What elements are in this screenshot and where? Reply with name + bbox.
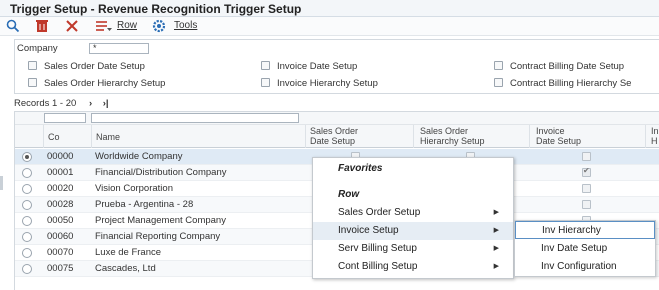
row-select-radio[interactable] xyxy=(22,152,32,162)
row-select-radio[interactable] xyxy=(22,248,32,258)
invoice-date-setup-label: Invoice Date Setup xyxy=(277,61,358,72)
company-field[interactable]: * xyxy=(89,43,149,54)
sales-order-hierarchy-setup-label: Sales Order Hierarchy Setup xyxy=(44,78,166,89)
column-header-line: H xyxy=(651,136,658,146)
grid-header: Co Name Sales Order Date Setup Sales Ord… xyxy=(15,125,659,148)
cell-name: Prueba - Argentina - 28 xyxy=(95,199,194,210)
cell-co: 00060 xyxy=(47,231,74,242)
column-header-co[interactable]: Co xyxy=(43,125,91,148)
contract-billing-date-setup-label: Contract Billing Date Setup xyxy=(510,61,625,72)
row-select-radio[interactable] xyxy=(22,264,32,274)
cell-name: Vision Corporation xyxy=(95,183,173,194)
search-icon[interactable] xyxy=(6,18,20,34)
cell-name: Cascades, Ltd xyxy=(95,263,156,274)
menu-header-favorites[interactable]: Favorites xyxy=(313,160,513,178)
last-page-icon[interactable]: ›| xyxy=(103,98,109,109)
menu-item-sales-order-setup[interactable]: Sales Order Setup ▶ xyxy=(313,204,513,222)
inv-date-setup-checkbox[interactable] xyxy=(582,166,591,177)
tools-menu-button[interactable]: Tools xyxy=(174,20,197,31)
column-header-line: Date Setup xyxy=(310,136,356,146)
query-by-example-row xyxy=(15,112,659,125)
row-select-radio[interactable] xyxy=(22,184,32,194)
qbe-co-input[interactable] xyxy=(44,113,86,123)
cell-name: Financial/Distribution Company xyxy=(95,167,227,178)
next-page-icon[interactable]: › xyxy=(89,98,92,109)
inv-date-setup-checkbox[interactable] xyxy=(582,184,591,193)
company-label: Company xyxy=(17,43,58,54)
column-header-inv-hierarchy[interactable]: In H xyxy=(645,125,659,148)
panel-resize-handle[interactable] xyxy=(0,176,3,190)
column-header-line: Hierarchy Setup xyxy=(420,136,485,146)
gear-icon[interactable] xyxy=(152,18,166,34)
row-select-radio[interactable] xyxy=(22,168,32,178)
menu-header-row[interactable]: Row xyxy=(313,186,513,204)
delete-record-icon[interactable] xyxy=(36,18,48,34)
contract-billing-date-setup-checkbox[interactable] xyxy=(494,61,503,70)
cell-co: 00075 xyxy=(47,263,74,274)
submenu-item-inv-configuration[interactable]: Inv Configuration xyxy=(515,258,655,276)
column-header-line: Sales Order xyxy=(420,126,469,136)
menu-item-label: Invoice Setup xyxy=(338,225,399,236)
column-header-line: Invoice xyxy=(536,126,565,136)
window-title: Trigger Setup - Revenue Recognition Trig… xyxy=(0,0,659,17)
cell-name: Financial Reporting Company xyxy=(95,231,221,242)
column-header-line: In xyxy=(651,126,659,136)
toolbar: Row Tools xyxy=(0,17,659,36)
menu-item-label: Sales Order Setup xyxy=(338,207,421,218)
cell-co: 00001 xyxy=(47,167,74,178)
column-header-name[interactable]: Name xyxy=(91,125,305,148)
row-select-radio[interactable] xyxy=(22,232,32,242)
submenu-item-inv-hierarchy[interactable]: Inv Hierarchy xyxy=(515,221,655,239)
row-context-menu: Favorites Row Sales Order Setup ▶ Invoic… xyxy=(312,157,514,279)
qbe-name-input[interactable] xyxy=(91,113,299,123)
submenu-arrow-icon: ▶ xyxy=(493,209,499,216)
inv-date-setup-checkbox[interactable] xyxy=(582,152,591,161)
row-select-radio[interactable] xyxy=(22,216,32,226)
inv-date-setup-checkbox[interactable] xyxy=(582,200,591,209)
cell-co: 00000 xyxy=(47,151,74,162)
row-menu-icon[interactable] xyxy=(96,18,112,34)
menu-item-serv-billing-setup[interactable]: Serv Billing Setup ▶ xyxy=(313,240,513,258)
invoice-hierarchy-setup-label: Invoice Hierarchy Setup xyxy=(277,78,378,89)
column-header-line: Sales Order xyxy=(310,126,359,136)
menu-item-cont-billing-setup[interactable]: Cont Billing Setup ▶ xyxy=(313,258,513,276)
row-select-radio[interactable] xyxy=(22,200,32,210)
row-menu-button[interactable]: Row xyxy=(117,20,137,31)
submenu-item-inv-date-setup[interactable]: Inv Date Setup xyxy=(515,240,655,258)
contract-billing-hierarchy-setup-label: Contract Billing Hierarchy Se xyxy=(510,78,632,89)
menu-item-invoice-setup[interactable]: Invoice Setup ▶ xyxy=(313,222,513,240)
cell-co: 00028 xyxy=(47,199,74,210)
records-count-label: Records 1 - 20 xyxy=(14,98,77,109)
contract-billing-hierarchy-setup-checkbox[interactable] xyxy=(494,78,503,87)
close-icon[interactable] xyxy=(66,18,78,34)
invoice-setup-submenu: Inv Hierarchy Inv Date Setup Inv Configu… xyxy=(514,220,656,277)
invoice-date-setup-checkbox[interactable] xyxy=(261,61,270,70)
records-navigation: Records 1 - 20 › ›| xyxy=(14,98,109,112)
sales-order-date-setup-checkbox[interactable] xyxy=(28,61,37,70)
column-header-so-hierarchy-setup[interactable]: Sales Order Hierarchy Setup xyxy=(413,125,529,148)
menu-item-label: Cont Billing Setup xyxy=(338,261,418,272)
column-header-so-date-setup[interactable]: Sales Order Date Setup xyxy=(305,125,413,148)
submenu-arrow-icon: ▶ xyxy=(493,227,499,234)
sales-order-hierarchy-setup-checkbox[interactable] xyxy=(28,78,37,87)
cell-co: 00020 xyxy=(47,183,74,194)
column-header-inv-date-setup[interactable]: Invoice Date Setup xyxy=(529,125,645,148)
cell-co: 00070 xyxy=(47,247,74,258)
criteria-panel: Company * Sales Order Date Setup Invoice… xyxy=(14,39,659,94)
cell-name: Worldwide Company xyxy=(95,151,183,162)
invoice-hierarchy-setup-checkbox[interactable] xyxy=(261,78,270,87)
submenu-arrow-icon: ▶ xyxy=(493,245,499,252)
cell-name: Project Management Company xyxy=(95,215,226,226)
submenu-arrow-icon: ▶ xyxy=(493,263,499,270)
sales-order-date-setup-label: Sales Order Date Setup xyxy=(44,61,145,72)
cell-co: 00050 xyxy=(47,215,74,226)
cell-name: Luxe de France xyxy=(95,247,162,258)
column-header-line: Date Setup xyxy=(536,136,582,146)
menu-item-label: Serv Billing Setup xyxy=(338,243,417,254)
